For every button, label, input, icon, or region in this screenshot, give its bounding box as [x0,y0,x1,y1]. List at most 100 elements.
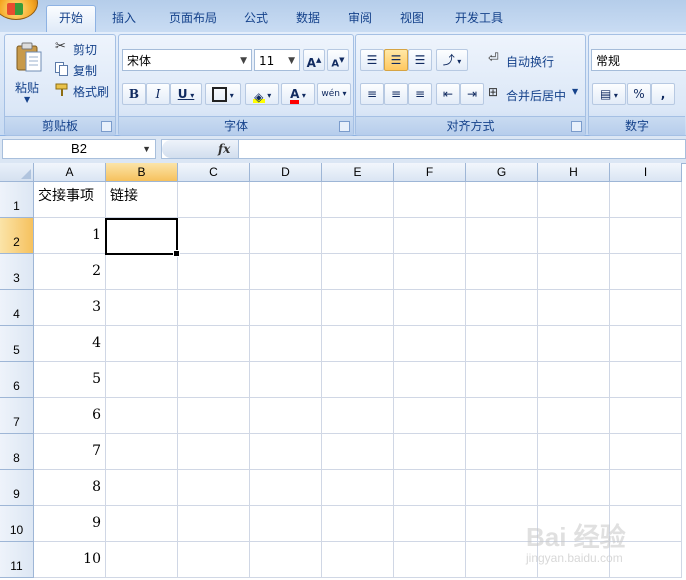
cell-e11[interactable] [322,542,394,578]
cell-c5[interactable] [178,326,250,362]
cell-a6[interactable]: 5 [34,362,106,398]
row-header-11[interactable]: 11 [0,542,34,578]
cell-a4[interactable]: 3 [34,290,106,326]
cell-b6[interactable] [106,362,178,398]
name-box[interactable]: B2 ▼ [2,139,156,159]
cell-d10[interactable] [250,506,322,542]
cell-e3[interactable] [322,254,394,290]
cell-i8[interactable] [610,434,682,470]
cell-e9[interactable] [322,470,394,506]
cell-h8[interactable] [538,434,610,470]
cell-b5[interactable] [106,326,178,362]
cell-b1[interactable]: 链接 [106,182,178,218]
orientation-button[interactable]: ⤴ ▾ [436,49,468,71]
cell-g7[interactable] [466,398,538,434]
cell-a11[interactable]: 10 [34,542,106,578]
cell-i9[interactable] [610,470,682,506]
row-header-1[interactable]: 1 [0,182,34,218]
column-header-g[interactable]: G [466,163,538,182]
cell-f4[interactable] [394,290,466,326]
cell-i3[interactable] [610,254,682,290]
cell-a8[interactable]: 7 [34,434,106,470]
phonetic-button[interactable]: wén ▾ [317,83,351,105]
cell-d4[interactable] [250,290,322,326]
copy-button[interactable]: 复制 [53,60,111,78]
align-middle-button[interactable]: ☰ [384,49,408,71]
paste-button[interactable]: 粘贴 ▼ [9,39,49,109]
tab-review[interactable]: 审阅 [340,6,380,30]
cell-h1[interactable] [538,182,610,218]
cell-b10[interactable] [106,506,178,542]
align-center-button[interactable]: ≡ [384,83,408,105]
align-right-button[interactable]: ≡ [408,83,432,105]
cut-button[interactable]: ✂ 剪切 [53,39,111,57]
cell-e8[interactable] [322,434,394,470]
cell-f9[interactable] [394,470,466,506]
cell-i4[interactable] [610,290,682,326]
cell-e4[interactable] [322,290,394,326]
cell-a5[interactable]: 4 [34,326,106,362]
row-header-7[interactable]: 7 [0,398,34,434]
font-size-dropdown[interactable]: 11 ▼ [254,49,300,71]
cell-d8[interactable] [250,434,322,470]
cell-h11[interactable] [538,542,610,578]
cell-i11[interactable] [610,542,682,578]
cell-b4[interactable] [106,290,178,326]
cell-g4[interactable] [466,290,538,326]
underline-button[interactable]: U ▾ [170,83,202,105]
align-top-button[interactable]: ☰ [360,49,384,71]
cell-g3[interactable] [466,254,538,290]
increase-indent-button[interactable]: ⇥ [460,83,484,105]
cell-a2[interactable]: 1 [34,218,106,254]
cell-d11[interactable] [250,542,322,578]
cell-e10[interactable] [322,506,394,542]
shrink-font-button[interactable]: A▼ [327,49,349,71]
cell-h9[interactable] [538,470,610,506]
fill-color-button[interactable]: ◈ ▾ [245,83,279,105]
cell-f3[interactable] [394,254,466,290]
cell-d9[interactable] [250,470,322,506]
cell-a3[interactable]: 2 [34,254,106,290]
cell-g8[interactable] [466,434,538,470]
cell-c8[interactable] [178,434,250,470]
cell-b2[interactable] [106,218,178,254]
cell-i2[interactable] [610,218,682,254]
cell-f11[interactable] [394,542,466,578]
cell-a9[interactable]: 8 [34,470,106,506]
cell-b11[interactable] [106,542,178,578]
cell-f2[interactable] [394,218,466,254]
number-format-dropdown[interactable]: 常规 [591,49,686,71]
cell-c2[interactable] [178,218,250,254]
cell-f8[interactable] [394,434,466,470]
cell-g11[interactable] [466,542,538,578]
cell-a10[interactable]: 9 [34,506,106,542]
column-header-e[interactable]: E [322,163,394,182]
row-header-6[interactable]: 6 [0,362,34,398]
cell-h3[interactable] [538,254,610,290]
cell-f10[interactable] [394,506,466,542]
font-color-button[interactable]: A ▾ [281,83,315,105]
column-header-h[interactable]: H [538,163,610,182]
cell-i10[interactable] [610,506,682,542]
cell-d5[interactable] [250,326,322,362]
cell-c10[interactable] [178,506,250,542]
cell-f1[interactable] [394,182,466,218]
cell-f6[interactable] [394,362,466,398]
italic-button[interactable]: I [146,83,170,105]
select-all-button[interactable] [0,163,34,182]
cell-h10[interactable] [538,506,610,542]
cell-e7[interactable] [322,398,394,434]
percent-style-button[interactable]: % [627,83,651,105]
cell-h6[interactable] [538,362,610,398]
tab-data[interactable]: 数据 [288,6,328,30]
font-name-dropdown[interactable]: 宋体 ▼ [122,49,252,71]
row-header-9[interactable]: 9 [0,470,34,506]
accounting-format-button[interactable]: ▤ ▾ [592,83,626,105]
cell-a1[interactable]: 交接事项 [34,182,106,218]
cell-g10[interactable] [466,506,538,542]
column-header-d[interactable]: D [250,163,322,182]
dialog-launcher-icon[interactable] [101,121,112,132]
insert-function-button[interactable]: fx [218,140,230,158]
cell-c11[interactable] [178,542,250,578]
row-header-5[interactable]: 5 [0,326,34,362]
